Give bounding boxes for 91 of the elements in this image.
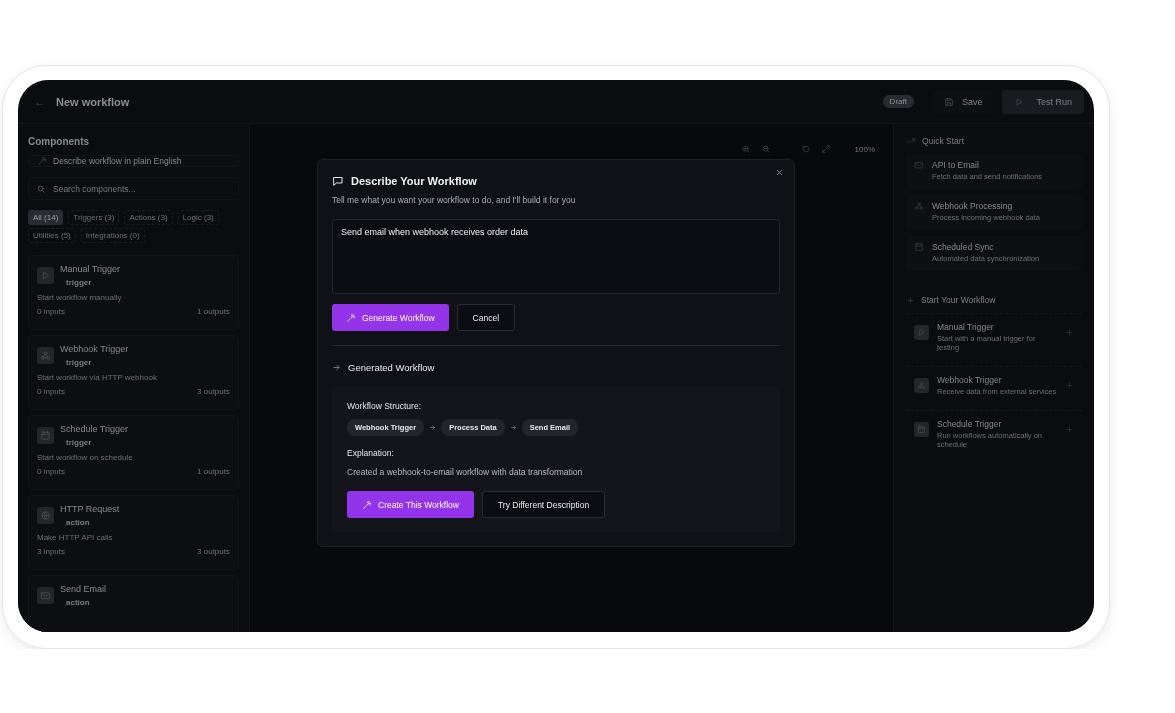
cancel-button[interactable]: Cancel xyxy=(456,304,516,331)
component-card[interactable]: Schedule Trigger trigger Start workflow on schedule 0 inputs 1 outputs xyxy=(28,415,239,490)
save-icon xyxy=(943,96,954,107)
component-type: trigger xyxy=(66,438,93,447)
outputs-count: 1 outputs xyxy=(197,467,230,476)
dialog-subtitle: Tell me what you want your workflow to do, and I'll build it for you xyxy=(332,195,577,205)
search-field[interactable]: Search components... xyxy=(28,177,239,200)
inputs-count: 0 inputs xyxy=(37,307,66,316)
component-description: Make HTTP API calls xyxy=(37,533,114,542)
try-different-description-button[interactable]: Try Different Description xyxy=(481,491,606,518)
inputs-count: 0 inputs xyxy=(37,387,66,396)
chat-icon xyxy=(332,175,344,187)
filter-chip[interactable]: Logic (3) xyxy=(177,210,219,225)
play-icon xyxy=(917,328,926,337)
component-name: Schedule Trigger xyxy=(60,424,129,434)
plus-icon xyxy=(906,295,915,305)
arrow-icon xyxy=(509,424,517,431)
filter-chip[interactable]: Utilities (5) xyxy=(28,228,76,243)
component-card[interactable]: Webhook Trigger trigger Start workflow via HTTP webhook 0 inputs 3 outputs xyxy=(28,335,239,410)
filter-chip[interactable]: Actions (3) xyxy=(124,210,173,225)
explanation-label: Explanation: xyxy=(347,448,395,458)
arrow-icon xyxy=(429,424,437,431)
component-card[interactable]: Manual Trigger trigger Start workflow manually 0 inputs 1 outputs xyxy=(28,255,239,330)
component-name: Webhook Trigger xyxy=(60,344,129,354)
description-field[interactable]: Send email when webhook receives order data xyxy=(332,219,780,294)
outputs-count: 1 outputs xyxy=(197,307,230,316)
component-type: action xyxy=(66,518,91,527)
component-card[interactable]: HTTP Request action Make HTTP API calls 3 inputs 3 outputs xyxy=(28,495,239,570)
mail-icon xyxy=(914,160,924,170)
webhook-icon xyxy=(914,201,924,211)
fullscreen-icon[interactable] xyxy=(820,144,831,154)
calendar-icon xyxy=(917,425,926,434)
trend-icon xyxy=(906,136,916,146)
describe-workflow-button[interactable]: Describe workflow in plain English xyxy=(28,155,239,167)
zoom-level: 100% xyxy=(854,144,875,154)
add-icon[interactable] xyxy=(1065,381,1074,390)
component-type: action xyxy=(66,598,91,607)
calendar-icon xyxy=(914,242,924,252)
wand-icon xyxy=(362,499,372,510)
create-workflow-button[interactable]: Create This Workflow xyxy=(347,491,474,518)
calendar-icon xyxy=(40,430,51,441)
mail-icon xyxy=(40,590,51,601)
trigger-name: Schedule Trigger xyxy=(937,419,1003,429)
component-type: trigger xyxy=(66,358,93,367)
close-icon xyxy=(775,168,784,177)
wand-icon xyxy=(37,156,47,166)
outputs-count: 3 outputs xyxy=(197,387,230,396)
undo-icon[interactable] xyxy=(800,144,811,154)
explanation-text: Created a webhook-to-email workflow with data transformation xyxy=(347,467,584,477)
inputs-count: 0 inputs xyxy=(37,467,66,476)
webhook-icon xyxy=(40,350,51,361)
section-title: Start Your Workflow xyxy=(921,295,996,305)
zoom-in-icon[interactable] xyxy=(740,144,751,154)
section-title: Quick Start xyxy=(922,136,965,146)
search-icon xyxy=(36,184,46,194)
generate-workflow-button[interactable]: Generate Workflow xyxy=(332,304,449,331)
test-run-button[interactable]: Test Run xyxy=(1002,89,1084,114)
status-badge: Draft xyxy=(882,95,914,108)
component-name: HTTP Request xyxy=(60,504,120,514)
component-description: Start workflow manually xyxy=(37,293,123,302)
dialog-title: Describe Your Workflow xyxy=(351,175,477,187)
component-name: Send Email xyxy=(60,584,107,594)
add-icon[interactable] xyxy=(1065,328,1074,337)
filter-chip[interactable]: Triggers (3) xyxy=(68,210,120,225)
arrow-icon xyxy=(332,363,341,372)
structure-label: Workflow Structure: xyxy=(347,401,422,411)
add-icon[interactable] xyxy=(1065,425,1074,434)
webhook-icon xyxy=(917,381,926,390)
outputs-count: 3 outputs xyxy=(197,547,230,556)
page-title: New workflow xyxy=(56,95,131,108)
component-name: Manual Trigger xyxy=(60,264,121,274)
filter-chip[interactable]: Integrations (0) xyxy=(80,228,145,243)
template-name: Scheduled Sync xyxy=(932,242,995,252)
panel-title: Components xyxy=(28,136,91,147)
template-name: Webhook Processing xyxy=(932,201,1014,211)
component-description: Start workflow on schedule xyxy=(37,453,134,462)
component-card[interactable]: Send Email action xyxy=(28,575,239,632)
zoom-out-icon[interactable] xyxy=(760,144,771,154)
trigger-name: Manual Trigger xyxy=(937,322,995,332)
close-button[interactable] xyxy=(775,168,784,177)
inputs-count: 3 inputs xyxy=(37,547,66,556)
component-description: Start workflow via HTTP webhook xyxy=(37,373,158,382)
section-title: Generated Workflow xyxy=(348,362,435,373)
globe-icon xyxy=(40,510,51,521)
play-icon xyxy=(40,270,51,281)
template-name: API to Email xyxy=(932,160,980,170)
component-type: trigger xyxy=(66,278,93,287)
filter-chip[interactable]: All (14) xyxy=(28,210,64,225)
trigger-name: Webhook Trigger xyxy=(937,375,1003,385)
wand-icon xyxy=(346,312,356,323)
play-icon xyxy=(1014,96,1025,107)
